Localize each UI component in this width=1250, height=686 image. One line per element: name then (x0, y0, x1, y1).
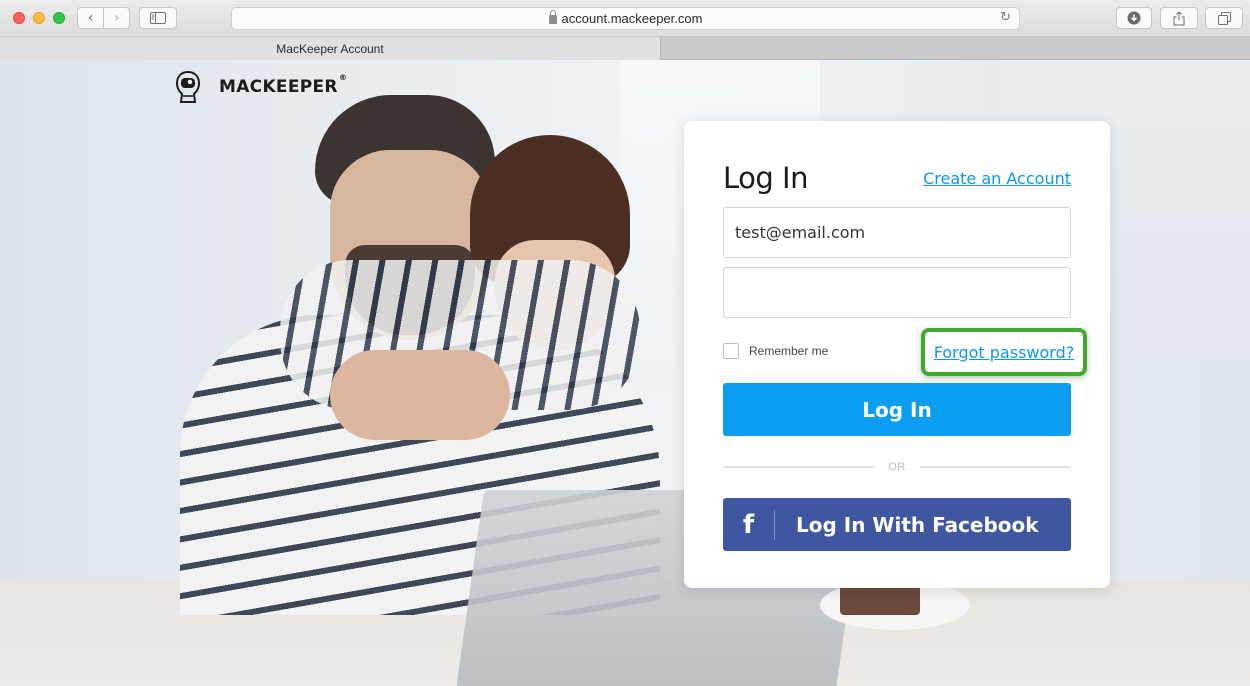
mackeeper-logo[interactable]: MACKEEPER® (175, 70, 347, 104)
lock-icon (548, 10, 557, 24)
or-line-right (919, 466, 1071, 468)
astronaut-logo-icon (175, 70, 201, 103)
address-bar[interactable]: account.mackeeper.com ↻ (231, 7, 1020, 30)
tab-title: MacKeeper Account (276, 41, 384, 56)
or-line-left (723, 466, 875, 468)
tab-bar: MacKeeper Account (0, 37, 1250, 60)
tabs-overview-button[interactable] (1205, 7, 1243, 29)
login-button[interactable]: Log In (723, 383, 1071, 436)
or-divider: OR (723, 458, 1071, 476)
reload-icon[interactable]: ↻ (1000, 10, 1011, 25)
remember-me-checkbox[interactable] (723, 343, 739, 359)
address-url: account.mackeeper.com (561, 11, 703, 26)
forgot-password-highlight: Forgot password? (921, 328, 1087, 376)
logo-text: MACKEEPER® (219, 73, 347, 97)
sidebar-icon (150, 12, 166, 24)
logo-wordmark: MACKEEPER (219, 77, 338, 97)
login-card: Log In Create an Account test@email.com … (684, 121, 1110, 588)
minimize-window-button[interactable] (33, 12, 45, 24)
email-field[interactable]: test@email.com (723, 207, 1071, 258)
browser-toolbar: ‹ › account.mackeeper.com ↻ (0, 0, 1250, 37)
share-button[interactable] (1160, 7, 1198, 29)
share-icon (1173, 10, 1185, 25)
browser-window: ‹ › account.mackeeper.com ↻ MacKeeper Ac… (0, 0, 1250, 686)
forward-button[interactable]: › (103, 8, 129, 28)
login-title: Log In (723, 161, 808, 195)
close-window-button[interactable] (13, 12, 25, 24)
password-field[interactable] (723, 267, 1071, 318)
facebook-divider (774, 509, 775, 540)
remember-me-row: Remember me (723, 343, 828, 359)
back-button[interactable]: ‹ (78, 8, 103, 28)
remember-me-label[interactable]: Remember me (749, 344, 828, 358)
maximize-window-button[interactable] (53, 12, 65, 24)
downloads-button[interactable] (1116, 7, 1152, 29)
sidebar-toggle-button[interactable] (139, 7, 177, 29)
email-value: test@email.com (735, 223, 866, 242)
facebook-button-label: Log In With Facebook (796, 512, 1039, 537)
login-button-label: Log In (862, 397, 932, 422)
facebook-login-button[interactable]: f Log In With Facebook (723, 498, 1071, 551)
create-account-link[interactable]: Create an Account (923, 169, 1071, 188)
facebook-icon: f (742, 509, 755, 540)
download-icon (1127, 11, 1141, 25)
photo-hands (330, 350, 510, 440)
logo-registered-mark: ® (338, 73, 348, 82)
tab-mackeeper-account[interactable]: MacKeeper Account (0, 37, 661, 60)
forgot-password-link[interactable]: Forgot password? (934, 343, 1074, 362)
navigation-buttons: ‹ › (77, 7, 130, 29)
or-label: OR (888, 461, 906, 473)
tabs-icon (1217, 11, 1231, 25)
page-content: MACKEEPER® Log In Create an Account test… (0, 60, 1250, 686)
photo-cake (840, 585, 920, 615)
